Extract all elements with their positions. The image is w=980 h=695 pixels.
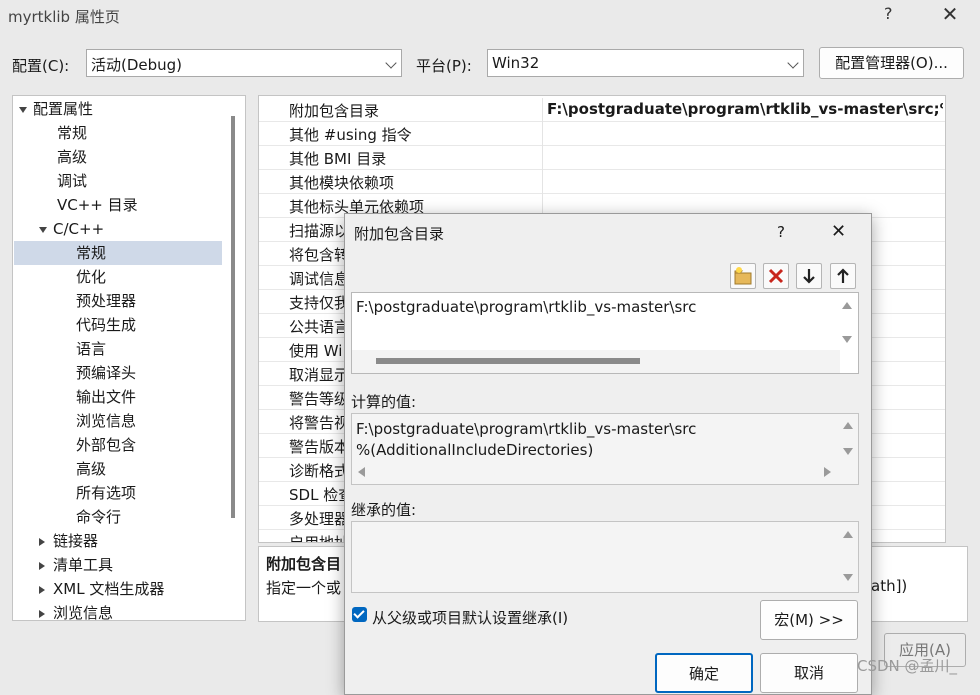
tree-scrollbar[interactable]: [231, 116, 235, 518]
tree-item-code-generation[interactable]: 代码生成: [76, 313, 136, 337]
inherit-checkbox[interactable]: [352, 607, 367, 622]
dialog-title: 附加包含目录: [354, 225, 445, 243]
tree-item-cpp-advanced[interactable]: 高级: [76, 457, 106, 481]
collapsed-arrow-icon: [39, 561, 45, 570]
platform-label: 平台(P):: [416, 57, 472, 75]
computed-label: 计算的值:: [351, 393, 417, 411]
tree-item-manifest-tool[interactable]: 清单工具: [39, 553, 113, 577]
inherited-values: [351, 521, 859, 593]
tree-item-browse-information[interactable]: 浏览信息: [39, 601, 113, 620]
config-combo[interactable]: 活动(Debug): [86, 49, 402, 77]
computed-line: F:\postgraduate\program\rtklib_vs-master…: [356, 420, 697, 438]
cancel-button[interactable]: 取消: [760, 653, 858, 693]
tree-item-advanced[interactable]: 高级: [57, 145, 87, 169]
delete-line-button[interactable]: [763, 263, 789, 289]
tree-item-precompiled-headers[interactable]: 预编译头: [76, 361, 136, 385]
move-up-button[interactable]: [830, 263, 856, 289]
tree-item-linker[interactable]: 链接器: [39, 529, 98, 553]
scroll-down-icon[interactable]: [842, 336, 852, 343]
tree-item-optimization[interactable]: 优化: [76, 265, 106, 289]
scroll-down-icon[interactable]: [843, 448, 853, 455]
arrow-down-icon: [803, 269, 815, 284]
include-dirs-dialog: 附加包含目录 ? ✕ F:\postgraduate\program\rtkli…: [344, 213, 872, 695]
collapsed-arrow-icon: [39, 609, 45, 618]
help-button[interactable]: ?: [884, 4, 904, 23]
editor-line[interactable]: F:\postgraduate\program\rtklib_vs-master…: [356, 298, 696, 316]
description-text: 指定一个或: [266, 579, 342, 597]
scroll-up-icon[interactable]: [843, 531, 853, 538]
grid-row[interactable]: 其他 BMI 目录: [259, 146, 945, 170]
scroll-right-icon[interactable]: [824, 467, 831, 477]
collapsed-arrow-icon: [39, 537, 45, 546]
tree-item-browse-info[interactable]: 浏览信息: [76, 409, 136, 433]
grid-row-value: F:\postgraduate\program\rtklib_vs-master…: [547, 100, 943, 118]
title-bar: myrtklib 属性页 ? ✕: [0, 0, 980, 32]
tree-item-xml-doc-generator[interactable]: XML 文档生成器: [39, 577, 164, 601]
close-button[interactable]: ✕: [938, 2, 962, 26]
platform-value: Win32: [492, 54, 540, 72]
computed-line: %(AdditionalIncludeDirectories): [356, 441, 594, 459]
tree-item-language[interactable]: 语言: [76, 337, 106, 361]
description-title: 附加包含目: [266, 555, 342, 573]
include-dirs-editor[interactable]: F:\postgraduate\program\rtklib_vs-master…: [351, 292, 859, 374]
tree-item-external-includes[interactable]: 外部包含: [76, 433, 136, 457]
tree-item-command-line[interactable]: 命令行: [76, 505, 121, 529]
grid-row[interactable]: 其他模块依赖项: [259, 170, 945, 194]
tree-item-output-files[interactable]: 输出文件: [76, 385, 136, 409]
inherited-label: 继承的值:: [351, 501, 417, 519]
new-line-button[interactable]: [730, 263, 756, 289]
scroll-down-icon[interactable]: [843, 574, 853, 581]
computed-values: F:\postgraduate\program\rtklib_vs-master…: [351, 413, 859, 485]
tree-item-config-properties[interactable]: 配置属性: [19, 97, 93, 121]
expanded-arrow-icon: [19, 106, 27, 113]
tree-item-general[interactable]: 常规: [57, 121, 87, 145]
watermark: CSDN @孟川_: [857, 657, 958, 675]
tree-item-cpp[interactable]: C/C++: [39, 217, 104, 241]
scroll-left-icon[interactable]: [358, 467, 365, 477]
tree-item-preprocessor[interactable]: 预处理器: [76, 289, 136, 313]
chevron-down-icon: [787, 57, 799, 69]
config-value: 活动(Debug): [91, 56, 183, 74]
window-title: myrtklib 属性页: [8, 8, 120, 26]
description-text-tail: ath]): [871, 577, 908, 595]
tree-item-vc-directories[interactable]: VC++ 目录: [57, 193, 138, 217]
scroll-up-icon[interactable]: [842, 302, 852, 309]
config-label: 配置(C):: [12, 57, 70, 75]
tree-item-debugging[interactable]: 调试: [57, 169, 87, 193]
grid-row[interactable]: 其他 #using 指令: [259, 122, 945, 146]
tree-item-cpp-general[interactable]: 常规: [14, 241, 222, 265]
dialog-close-button[interactable]: ✕: [831, 221, 846, 242]
property-tree: 配置属性 常规 高级 调试 VC++ 目录 C/C++ 常规 优化 预处理器 代…: [12, 95, 246, 621]
chevron-down-icon: [385, 57, 397, 69]
tree-item-all-options[interactable]: 所有选项: [76, 481, 136, 505]
grid-row-additional-include-dirs[interactable]: 附加包含目录 F:\postgraduate\program\rtklib_vs-…: [259, 98, 945, 122]
inherit-checkbox-label[interactable]: 从父级或项目默认设置继承(I): [372, 607, 568, 628]
delete-icon: [768, 268, 784, 284]
new-folder-icon: [734, 267, 752, 285]
move-down-button[interactable]: [796, 263, 822, 289]
dialog-help-button[interactable]: ?: [777, 223, 785, 241]
expanded-arrow-icon: [39, 226, 47, 233]
collapsed-arrow-icon: [39, 585, 45, 594]
horizontal-scroll-thumb[interactable]: [376, 358, 640, 364]
macros-button[interactable]: 宏(M) >>: [760, 600, 858, 640]
config-manager-button[interactable]: 配置管理器(O)...: [819, 47, 964, 79]
scroll-up-icon[interactable]: [843, 422, 853, 429]
arrow-up-icon: [837, 268, 849, 283]
platform-combo[interactable]: Win32: [487, 49, 804, 77]
ok-button[interactable]: 确定: [655, 653, 753, 693]
